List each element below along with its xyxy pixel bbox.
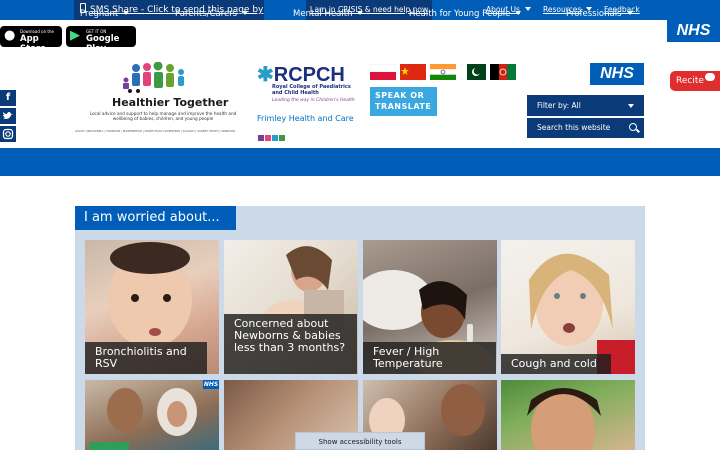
panel-title: I am worried about...: [75, 206, 236, 230]
app-store-text: App Store: [20, 34, 46, 54]
rcpch-subtitle: Royal College of Paediatrics and Child H…: [272, 84, 351, 96]
apple-icon: ●: [4, 28, 16, 43]
pakistani-flag-icon[interactable]: [460, 64, 486, 80]
afghan-flag-icon[interactable]: [490, 64, 516, 80]
card-fever[interactable]: Fever / High Temperature: [363, 240, 497, 374]
chat-bubble-icon: [705, 73, 715, 81]
card-caption: Bronchiolitis and RSV: [85, 342, 207, 374]
card-caption: Cough and cold: [501, 354, 611, 374]
smiling-child-photo: [501, 380, 635, 450]
nav-label: Pregnant: [80, 9, 119, 19]
card-caption: Concerned about Newborns & babies less t…: [224, 314, 357, 374]
chinese-flag-icon[interactable]: [400, 64, 426, 80]
main-nav: [0, 148, 720, 176]
frimley-icon: [279, 135, 285, 141]
nav-label: Health for Young People: [409, 9, 511, 19]
google-play-badge[interactable]: ▶ GET IT ON Google Play: [66, 26, 136, 54]
card-newborns[interactable]: Concerned about Newborns & babies less t…: [224, 240, 358, 374]
chevron-down-icon: [357, 11, 364, 15]
search-placeholder: Search this website: [537, 123, 611, 132]
family-photo: [85, 380, 219, 450]
twitter-icon[interactable]: [0, 108, 16, 124]
nav-item-young-people[interactable]: Health for Young People: [409, 0, 522, 28]
frimley-icon: [272, 135, 278, 141]
frimley-logo[interactable]: Frimley Health and Care: [257, 114, 354, 123]
card-bronchiolitis[interactable]: Bronchiolitis and RSV: [85, 240, 219, 374]
card-row2-4[interactable]: [501, 380, 635, 450]
healthier-together-subtitle: Local advice and support to help manage …: [89, 111, 237, 121]
play-icon: ▶: [70, 28, 80, 43]
frimley-icon: [258, 135, 264, 141]
nhs-logo[interactable]: NHS: [590, 63, 644, 85]
frimley-icon: [265, 135, 271, 141]
nav-item-mental-health[interactable]: Mental Health: [293, 0, 364, 28]
nav-label: Mental Health: [293, 9, 353, 19]
card-caption: Fever / High Temperature: [363, 342, 496, 374]
search-input[interactable]: Search this website: [527, 118, 644, 138]
frimley-icons: [258, 126, 286, 145]
nhs-logo[interactable]: NHS: [667, 20, 720, 42]
card-row2-1[interactable]: NHS: [85, 380, 219, 450]
nav-label: Professionals: [566, 9, 622, 19]
nav-label: Parents/Carers: [175, 9, 238, 19]
rcpch-tagline: Leading the way in Children's Health: [272, 98, 355, 103]
app-store-badge[interactable]: ● Download on the App Store: [0, 26, 62, 54]
chevron-down-icon: [123, 11, 130, 15]
search-icon[interactable]: [629, 123, 637, 131]
healthier-together-towns: ASCOT | BRACKNELL | FARNHAM | MAIDENHEAD…: [75, 129, 236, 133]
nav-item-pregnant[interactable]: Pregnant: [80, 0, 130, 28]
facebook-icon[interactable]: f: [0, 90, 16, 106]
nav-item-professionals[interactable]: Professionals: [566, 0, 633, 28]
nav-item-parents-carers[interactable]: Parents/Carers: [175, 0, 249, 28]
filter-dropdown[interactable]: Filter by: All: [527, 95, 644, 116]
speak-or-translate-button[interactable]: SPEAK OR TRANSLATE: [370, 87, 437, 116]
chevron-down-icon: [628, 104, 634, 108]
instagram-icon[interactable]: [0, 126, 16, 142]
rcpch-figure-icon: ✱: [257, 64, 274, 86]
polish-flag-icon[interactable]: [370, 64, 396, 80]
nhs-badge: NHS: [203, 380, 219, 389]
card-cough-cold[interactable]: Cough and cold: [501, 240, 635, 374]
indian-flag-icon[interactable]: [430, 64, 456, 80]
chevron-down-icon: [626, 11, 633, 15]
healthier-together-title: Healthier Together: [112, 96, 229, 109]
chevron-down-icon: [524, 7, 531, 11]
filter-label: Filter by: All: [537, 101, 581, 110]
accessibility-tools-button[interactable]: Show accessibility tools: [295, 432, 425, 450]
rcpch-text: RCPCH: [273, 64, 345, 86]
google-play-text: Google Play: [86, 34, 120, 54]
chevron-down-icon: [242, 11, 249, 15]
recite-button[interactable]: Recite: [670, 71, 720, 91]
recite-label: Recite: [676, 76, 704, 86]
chevron-down-icon: [515, 11, 522, 15]
